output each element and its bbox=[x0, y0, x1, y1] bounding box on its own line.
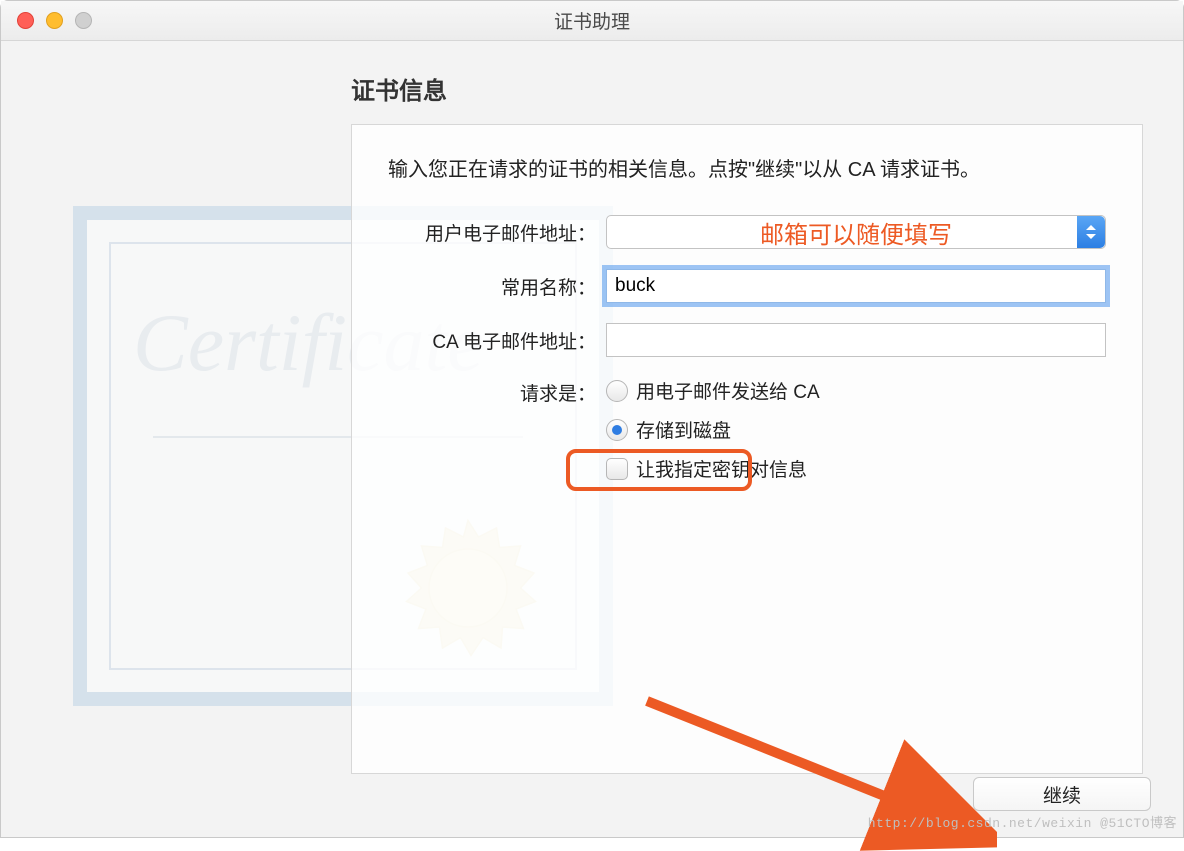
radio-indicator-icon bbox=[606, 380, 628, 402]
common-name-input[interactable] bbox=[606, 269, 1106, 303]
close-button[interactable] bbox=[17, 12, 34, 29]
maximize-button bbox=[75, 12, 92, 29]
dropdown-arrow-icon[interactable] bbox=[1077, 216, 1105, 248]
content-area: Certificate 证书信息 输入您正在请求的证书的相关信息。点按"继续"以… bbox=[1, 41, 1183, 837]
continue-button[interactable]: 继续 bbox=[973, 777, 1151, 811]
window-title: 证书助理 bbox=[554, 7, 630, 34]
radio-save-to-disk[interactable]: 存储到磁盘 bbox=[606, 416, 1106, 443]
user-email-combobox[interactable]: 邮箱可以随便填写 bbox=[606, 215, 1106, 249]
label-request: 请求是： bbox=[388, 377, 596, 406]
radio-label: 存储到磁盘 bbox=[636, 416, 731, 443]
radio-email-to-ca[interactable]: 用电子邮件发送给 CA bbox=[606, 377, 1106, 404]
row-user-email: 用户电子邮件地址： 邮箱可以随便填写 bbox=[388, 215, 1106, 249]
radio-label: 用电子邮件发送给 CA bbox=[636, 377, 820, 404]
label-ca-email: CA 电子邮件地址： bbox=[388, 327, 596, 354]
label-user-email: 用户电子邮件地址： bbox=[388, 219, 596, 246]
traffic-lights bbox=[17, 12, 92, 29]
form-panel: 输入您正在请求的证书的相关信息。点按"继续"以从 CA 请求证书。 用户电子邮件… bbox=[351, 124, 1143, 774]
titlebar: 证书助理 bbox=[1, 1, 1183, 41]
checkbox-keypair-info[interactable]: 让我指定密钥对信息 bbox=[606, 455, 1106, 482]
dialog-window: 证书助理 Certificate 证书信息 输入您正在请求的证书的相关信息。点按… bbox=[0, 0, 1184, 838]
row-ca-email: CA 电子邮件地址： bbox=[388, 323, 1106, 357]
annotation-email-hint: 邮箱可以随便填写 bbox=[760, 215, 952, 250]
radio-indicator-icon bbox=[606, 419, 628, 441]
checkbox-label: 让我指定密钥对信息 bbox=[636, 455, 807, 482]
checkbox-indicator-icon bbox=[606, 458, 628, 480]
ca-email-input[interactable] bbox=[606, 323, 1106, 357]
page-heading: 证书信息 bbox=[351, 71, 1143, 106]
row-request: 请求是： 用电子邮件发送给 CA 存储到磁盘 让我指定密钥对信息 bbox=[388, 377, 1106, 482]
label-common-name: 常用名称： bbox=[388, 273, 596, 300]
row-common-name: 常用名称： bbox=[388, 269, 1106, 303]
watermark-text: http://blog.csdn.net/weixin @51CTO博客 bbox=[868, 812, 1177, 831]
minimize-button[interactable] bbox=[46, 12, 63, 29]
intro-text: 输入您正在请求的证书的相关信息。点按"继续"以从 CA 请求证书。 bbox=[388, 153, 1106, 187]
